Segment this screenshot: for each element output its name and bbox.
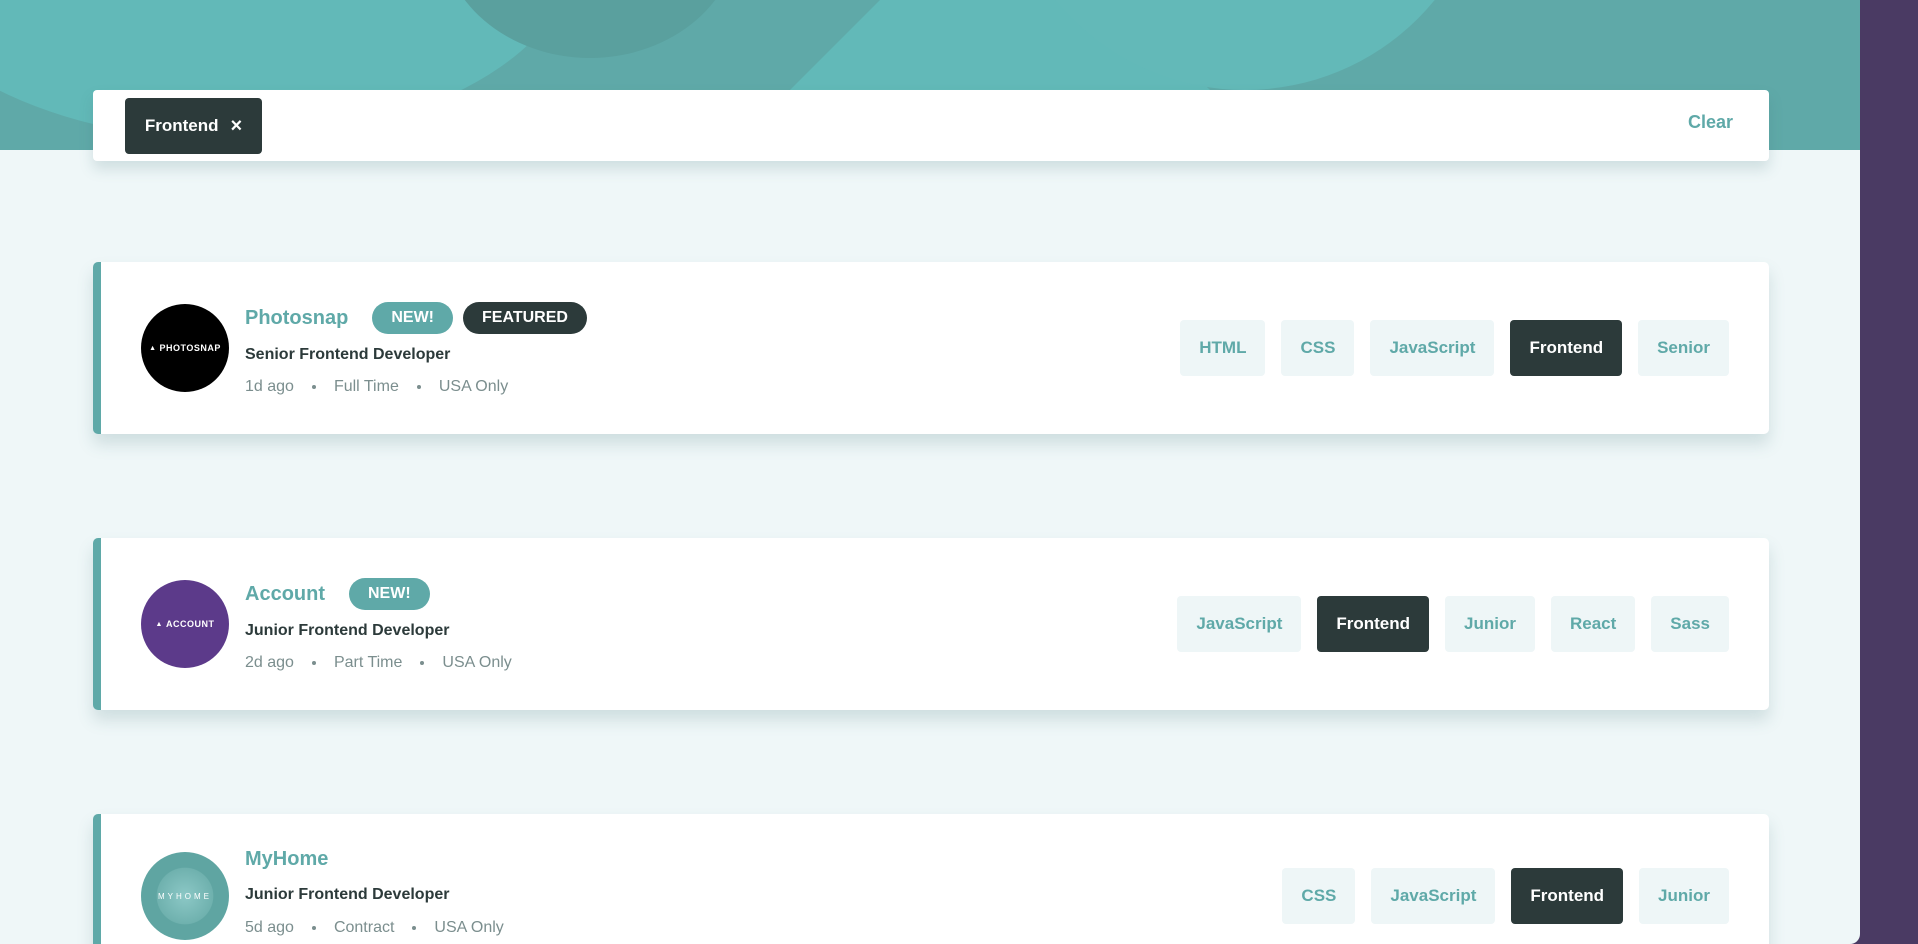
- contract-type: Full Time: [333, 378, 399, 395]
- tag-javascript[interactable]: JavaScript: [1177, 596, 1302, 652]
- company-name[interactable]: Photosnap: [245, 307, 348, 330]
- separator-dot: [420, 661, 425, 665]
- tag-junior[interactable]: Junior: [1639, 868, 1729, 924]
- triangle-icon: ▲: [155, 620, 163, 628]
- job-meta: 1d ago Full Time USA Only: [245, 378, 508, 396]
- company-row: Account NEW!: [245, 578, 430, 610]
- company-logo: ▲ PHOTOSNAP: [141, 304, 229, 392]
- tag-css[interactable]: CSS: [1282, 868, 1356, 924]
- job-card: ▲ ACCOUNT Account NEW! Junior Frontend De…: [93, 538, 1769, 710]
- job-position[interactable]: Senior Frontend Developer: [245, 346, 450, 364]
- tag-frontend[interactable]: Frontend: [1317, 596, 1430, 652]
- job-tags: HTML CSS JavaScript Frontend Senior: [1180, 320, 1729, 376]
- filter-chip-label: Frontend: [144, 116, 219, 135]
- company-row: MyHome: [245, 848, 342, 871]
- new-badge: NEW!: [349, 578, 430, 610]
- app-window: Frontend × Clear ▲ PHOTOSNAP Photosnap NE…: [0, 0, 1860, 944]
- tag-sass[interactable]: Sass: [1651, 596, 1729, 652]
- tag-junior[interactable]: Junior: [1445, 596, 1535, 652]
- new-badge: NEW!: [372, 302, 453, 334]
- job-position[interactable]: Junior Frontend Developer: [245, 622, 449, 640]
- separator-dot: [311, 385, 316, 389]
- job-tags: JavaScript Frontend Junior React Sass: [1177, 596, 1729, 652]
- company-name[interactable]: Account: [245, 583, 325, 606]
- posted-at: 5d ago: [245, 919, 294, 936]
- separator-dot: [311, 926, 316, 930]
- separator-dot: [311, 661, 316, 665]
- job-meta: 5d ago Contract USA Only: [245, 919, 504, 937]
- job-position[interactable]: Junior Frontend Developer: [245, 886, 449, 904]
- job-meta: 2d ago Part Time USA Only: [245, 654, 512, 672]
- contract-type: Part Time: [333, 654, 403, 671]
- featured-badge: FEATURED: [463, 302, 587, 334]
- filter-chip-frontend[interactable]: Frontend ×: [125, 98, 262, 154]
- job-location: USA Only: [442, 654, 512, 671]
- triangle-icon: ▲: [149, 344, 157, 352]
- job-location: USA Only: [438, 378, 509, 395]
- job-location: USA Only: [434, 919, 504, 936]
- contract-type: Contract: [333, 919, 395, 936]
- company-row: Photosnap NEW! FEATURED: [245, 302, 587, 334]
- separator-dot: [412, 926, 417, 930]
- close-icon[interactable]: ×: [230, 116, 242, 136]
- filter-bar: Frontend × Clear: [93, 90, 1769, 161]
- tag-react[interactable]: React: [1550, 596, 1636, 652]
- company-logo: ▲ ACCOUNT: [141, 580, 229, 668]
- tag-senior[interactable]: Senior: [1638, 320, 1729, 376]
- job-tags: CSS JavaScript Frontend Junior: [1282, 868, 1729, 924]
- posted-at: 2d ago: [245, 654, 294, 671]
- separator-dot: [416, 385, 421, 389]
- tag-frontend[interactable]: Frontend: [1511, 868, 1624, 924]
- company-logo: MYHOME: [141, 852, 229, 940]
- tag-javascript[interactable]: JavaScript: [1370, 320, 1495, 376]
- company-name[interactable]: MyHome: [245, 848, 328, 871]
- job-card: MYHOME MyHome Junior Frontend Developer …: [93, 814, 1769, 944]
- tag-html[interactable]: HTML: [1180, 320, 1266, 376]
- tag-frontend[interactable]: Frontend: [1510, 320, 1623, 376]
- clear-button[interactable]: Clear: [1688, 112, 1733, 133]
- tag-javascript[interactable]: JavaScript: [1371, 868, 1496, 924]
- posted-at: 1d ago: [245, 378, 294, 395]
- tag-css[interactable]: CSS: [1281, 320, 1355, 376]
- job-card: ▲ PHOTOSNAP Photosnap NEW! FEATURED Senio…: [93, 262, 1769, 434]
